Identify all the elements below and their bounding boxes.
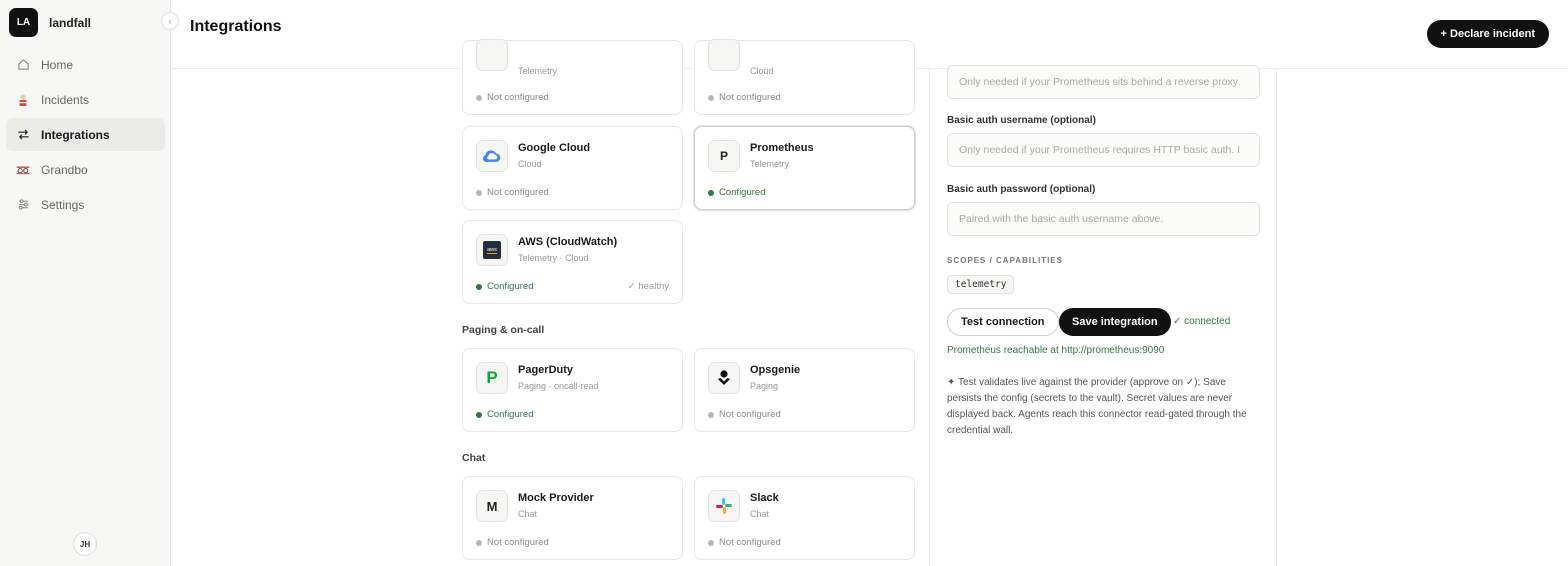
sidebar-item-label: Incidents [41, 92, 90, 107]
status-dot-icon [476, 94, 482, 101]
integration-logo-icon [708, 39, 740, 71]
card-title: Prometheus [750, 142, 814, 154]
sidebar-item-settings[interactable]: Settings [6, 188, 165, 221]
settings-icon [16, 198, 30, 212]
collapse-sidebar-button[interactable]: ‹ [161, 12, 179, 30]
card-category: Telemetry [518, 66, 558, 76]
workspace-logo: LA [9, 8, 38, 37]
integrations-icon [16, 128, 30, 142]
sidebar-item-label: Grandbo [41, 162, 88, 177]
integration-card-google-cloud[interactable]: Google Cloud Cloud Not configured [462, 126, 683, 210]
status-dot-icon [708, 189, 714, 196]
integration-card-opsgenie[interactable]: Opsgenie Paging Not configured [694, 348, 915, 432]
section-heading-chat: Chat [462, 452, 486, 464]
incidents-icon [16, 93, 30, 107]
slack-icon [708, 490, 740, 522]
card-status: Configured [476, 409, 533, 420]
pagerduty-icon: P [476, 362, 508, 394]
card-category: Chat [750, 509, 770, 519]
status-dot-icon [476, 189, 482, 196]
integration-card-prometheus[interactable]: P Prometheus Telemetry Configured [694, 126, 915, 210]
section-heading-paging: Paging & on-call [462, 324, 545, 336]
card-title: Opsgenie [750, 364, 801, 376]
integration-card-aws[interactable]: aws AWS (CloudWatch) Telemetry · Cloud C… [462, 220, 683, 304]
card-title: PagerDuty [518, 364, 574, 376]
card-title: AWS (CloudWatch) [518, 236, 618, 248]
page-title: Integrations [190, 18, 282, 35]
sidebar-item-label: Settings [41, 197, 85, 212]
card-status: Configured [476, 281, 533, 292]
home-icon [16, 58, 30, 72]
card-status: Not configured [476, 92, 549, 103]
status-dot-icon [476, 411, 482, 418]
card-category: Chat [518, 509, 538, 519]
sidebar-item-home[interactable]: Home [6, 48, 165, 81]
proxy-field[interactable]: Only needed if your Prometheus sits behi… [947, 65, 1260, 99]
reachability-message: Prometheus reachable at http://prometheu… [947, 345, 1165, 356]
sidebar: LA landfall Home Incidents Integrations [0, 0, 171, 566]
status-dot-icon [476, 539, 482, 546]
card-status: Not configured [708, 409, 781, 420]
sidebar-item-incidents[interactable]: Incidents [6, 83, 165, 116]
integration-card-pagerduty[interactable]: P PagerDuty Paging · oncall-read Configu… [462, 348, 683, 432]
sidebar-item-integrations[interactable]: Integrations [6, 118, 165, 151]
card-title: Google Cloud [518, 142, 591, 154]
aws-icon: aws [476, 234, 508, 266]
scope-chip: telemetry [947, 275, 1015, 294]
integration-logo-icon [476, 39, 508, 71]
status-dot-icon [708, 94, 714, 101]
sidebar-nav: Home Incidents Integrations Grandbo Sett… [6, 48, 165, 223]
health-badge: ✓ healthy [627, 281, 669, 292]
password-label: Basic auth password (optional) [947, 184, 1096, 195]
workspace-name: landfall [49, 15, 92, 30]
test-connection-button[interactable]: Test connection [947, 308, 1059, 336]
integration-card-mock-provider[interactable]: M Mock Provider Chat Not configured [462, 476, 683, 560]
card-title: Slack [750, 492, 779, 504]
user-avatar[interactable]: JH [73, 532, 97, 556]
save-integration-button[interactable]: Save integration [1059, 308, 1171, 336]
workspace-switcher[interactable]: LA landfall [9, 8, 91, 37]
declare-incident-button[interactable]: + Declare incident [1426, 20, 1549, 48]
google-cloud-icon [476, 140, 508, 172]
integration-config-panel: Only needed if your Prometheus sits behi… [929, 65, 1277, 566]
status-dot-icon [476, 283, 482, 290]
sidebar-item-label: Integrations [41, 127, 110, 142]
integration-card-slack[interactable]: Slack Chat Not configured [694, 476, 915, 560]
sidebar-item-label: Home [41, 57, 74, 72]
grandbo-icon [16, 163, 30, 177]
integration-card-telemetry[interactable]: Telemetry Not configured [462, 39, 683, 115]
connection-status: ✓ connected [1173, 316, 1231, 327]
basic-auth-password-input[interactable]: Paired with the basic auth username abov… [947, 202, 1260, 236]
sidebar-item-grandbo[interactable]: Grandbo [6, 153, 165, 186]
integration-card-cloud[interactable]: Cloud Not configured [694, 39, 915, 115]
card-category: Telemetry · Cloud [518, 253, 589, 263]
opsgenie-icon [708, 362, 740, 394]
card-category: Telemetry [750, 159, 790, 169]
status-dot-icon [708, 411, 714, 418]
prometheus-icon: P [708, 140, 740, 172]
status-dot-icon [708, 539, 714, 546]
card-status: Not configured [476, 537, 549, 548]
card-title: Mock Provider [518, 492, 594, 504]
basic-auth-username-input[interactable]: Only needed if your Prometheus requires … [947, 133, 1260, 167]
card-category: Cloud [518, 159, 542, 169]
mock-provider-icon: M [476, 490, 508, 522]
card-status: Not configured [708, 537, 781, 548]
scopes-heading: SCOPES / CAPABILITIES [947, 256, 1063, 265]
card-status: Configured [708, 187, 765, 198]
username-label: Basic auth username (optional) [947, 115, 1096, 126]
card-category: Paging · oncall-read [518, 381, 599, 391]
card-category: Cloud [750, 66, 774, 76]
card-status: Not configured [708, 92, 781, 103]
help-note: ✦ Test validates live against the provid… [947, 377, 1247, 436]
card-status: Not configured [476, 187, 549, 198]
card-category: Paging [750, 381, 779, 391]
